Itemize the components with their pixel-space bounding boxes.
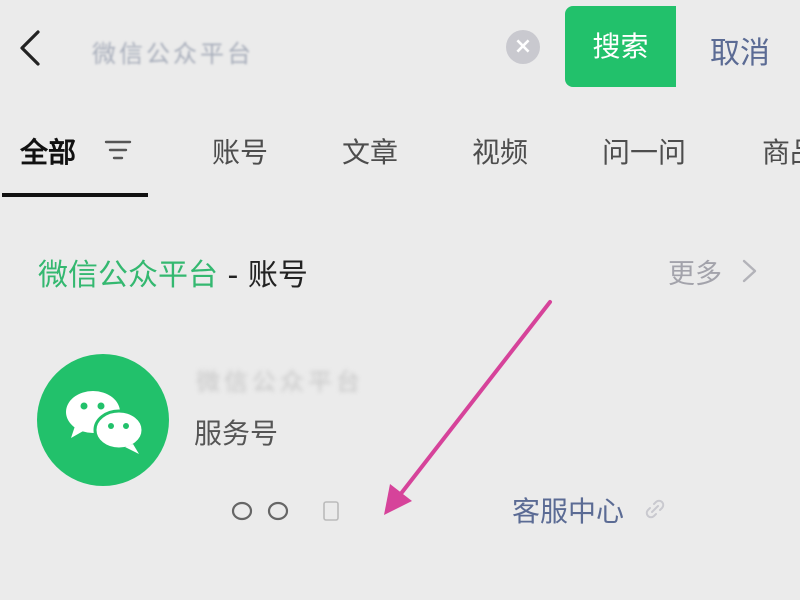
chevron-left-icon bbox=[20, 30, 40, 66]
account-meta-icons bbox=[230, 500, 350, 522]
wechat-logo-icon bbox=[66, 391, 145, 454]
customer-service-link[interactable]: 客服中心 bbox=[512, 490, 624, 530]
circle-icon bbox=[267, 501, 289, 521]
tab-products[interactable]: 商品 bbox=[762, 131, 800, 171]
tab-videos[interactable]: 视频 bbox=[472, 131, 528, 171]
tab-accounts[interactable]: 账号 bbox=[212, 131, 268, 171]
filter-icon[interactable] bbox=[104, 138, 132, 162]
search-input[interactable]: 微信公众平台 bbox=[92, 34, 254, 69]
annotation-arrow bbox=[384, 300, 552, 515]
clear-icon[interactable]: × bbox=[506, 30, 540, 64]
account-avatar[interactable] bbox=[37, 354, 169, 486]
account-type: 服务号 bbox=[194, 417, 279, 450]
tab-articles[interactable]: 文章 bbox=[342, 131, 398, 171]
cancel-button[interactable]: 取消 bbox=[710, 28, 770, 72]
link-icon[interactable] bbox=[644, 498, 666, 520]
search-button[interactable]: 搜索 bbox=[565, 6, 676, 87]
tab-ask[interactable]: 问一问 bbox=[602, 131, 686, 171]
tab-all[interactable]: 全部 bbox=[20, 131, 76, 171]
chevron-right-icon[interactable] bbox=[740, 258, 758, 284]
document-icon bbox=[323, 501, 339, 521]
section-title-suffix: - 账号 bbox=[218, 258, 308, 293]
more-link[interactable]: 更多 bbox=[668, 252, 722, 291]
active-tab-indicator bbox=[2, 193, 148, 197]
account-name[interactable]: 微信公众平台 bbox=[196, 362, 364, 397]
section-title-brand: 微信公众平台 bbox=[38, 258, 218, 293]
section-title: 微信公众平台 - 账号 bbox=[38, 250, 308, 294]
circle-icon bbox=[231, 501, 253, 521]
back-button[interactable] bbox=[12, 26, 48, 70]
